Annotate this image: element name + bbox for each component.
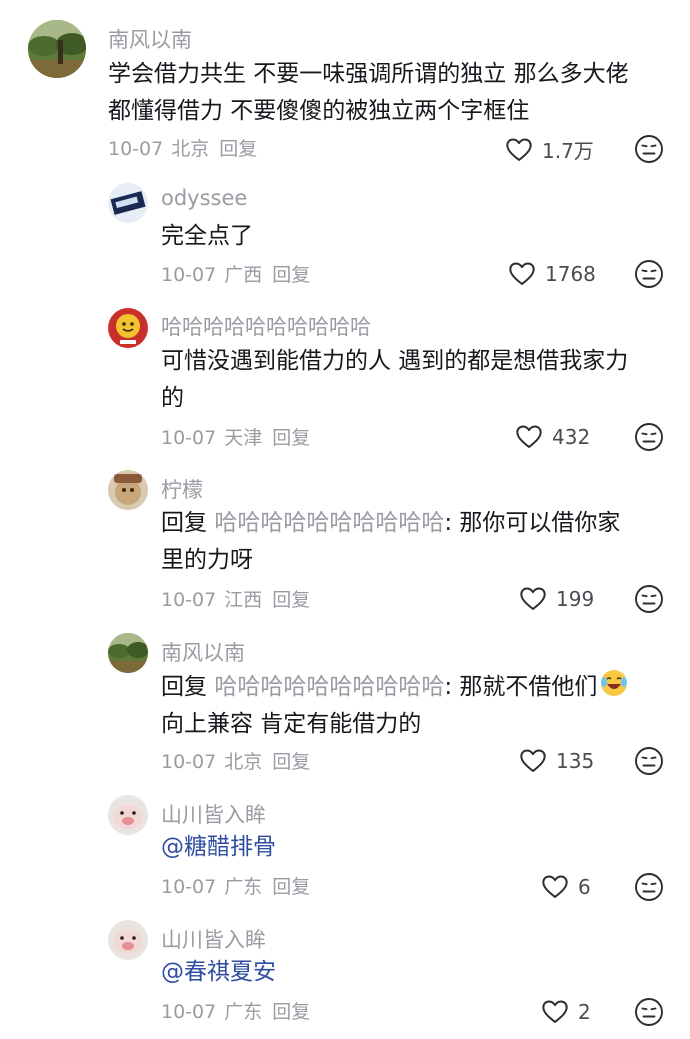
like-count: 199 [556,587,595,611]
comment-meta: 10-07 广东 回复 [161,872,310,899]
comment-meta: 10-07 广东 回复 [161,997,310,1024]
neutral-face-icon [634,997,664,1027]
comment-author[interactable]: 南风以南 [161,637,245,667]
comment-date: 10-07 [108,138,164,160]
like-count: 6 [578,875,591,899]
comment-author[interactable]: 山川皆入眸 [161,799,266,829]
comment-location: 天津 [224,427,263,449]
comment-date: 10-07 [161,876,217,898]
reply-target[interactable]: 哈哈哈哈哈哈哈哈哈哈 [214,510,444,536]
comment-text: @春祺夏安 [161,954,276,991]
comment-date: 10-07 [161,1001,217,1023]
dislike-button[interactable] [634,872,664,906]
comment-date: 10-07 [161,427,217,449]
avatar[interactable] [108,308,148,348]
reply-button[interactable]: 回复 [219,138,257,160]
reply-button[interactable]: 回复 [272,589,310,611]
heart-icon [514,423,544,451]
avatar[interactable] [28,20,86,78]
crying-laughing-emoji-icon [601,670,628,696]
comment-author[interactable]: 山川皆入眸 [161,924,266,954]
dislike-button[interactable] [634,584,664,618]
heart-icon [540,998,570,1026]
comment-location: 江西 [224,589,263,611]
like-count: 2 [578,1000,591,1024]
comment-text: 回复 哈哈哈哈哈哈哈哈哈哈: 那你可以借你家 里的力呀 [161,510,621,573]
comment-text: 学会借力共生 不要一味强调所谓的独立 那么多大佬 都懂得借力 不要傻傻的被独立两… [108,61,629,124]
comment-location: 北京 [224,751,263,773]
comment-author[interactable]: 哈哈哈哈哈哈哈哈哈哈 [161,311,371,341]
dislike-button[interactable] [634,422,664,456]
comment-location: 广东 [224,1001,263,1023]
avatar[interactable] [108,633,148,673]
comment-location: 北京 [171,138,210,160]
comment-meta: 10-07 北京 回复 [108,134,257,161]
heart-icon [518,585,548,613]
comment-date: 10-07 [161,589,217,611]
heart-icon [504,136,534,164]
heart-icon [507,260,537,288]
comment-meta: 10-07 北京 回复 [161,747,310,774]
comment-meta: 10-07 天津 回复 [161,423,310,450]
comment-text: 可惜没遇到能借力的人 遇到的都是想借我家力 的 [161,348,629,411]
like-button[interactable]: 1768 [507,260,596,288]
like-button[interactable]: 135 [518,747,594,775]
avatar[interactable] [108,795,148,835]
mention-link[interactable]: @春祺夏安 [161,954,276,991]
comment-location: 广西 [224,264,263,286]
comment-date: 10-07 [161,264,217,286]
heart-icon [518,747,548,775]
dislike-button[interactable] [634,746,664,780]
heart-icon [540,873,570,901]
like-button[interactable]: 1.7万 [504,135,594,164]
comment-meta: 10-07 江西 回复 [161,585,310,612]
comment-text: 回复 哈哈哈哈哈哈哈哈哈哈: 那就不借他们 向上兼容 肯定有能借力的 [161,668,629,743]
neutral-face-icon [634,584,664,614]
reply-button[interactable]: 回复 [272,1001,310,1023]
comment-author[interactable]: odyssee [161,186,247,210]
comment-author[interactable]: 南风以南 [108,24,192,54]
avatar[interactable] [108,183,148,223]
dislike-button[interactable] [634,997,664,1031]
reply-button[interactable]: 回复 [272,264,310,286]
neutral-face-icon [634,422,664,452]
neutral-face-icon [634,746,664,776]
reply-target[interactable]: 哈哈哈哈哈哈哈哈哈哈 [214,674,444,700]
like-count: 1768 [545,262,596,286]
like-button[interactable]: 432 [514,423,590,451]
like-count: 432 [552,425,591,449]
comment-date: 10-07 [161,751,217,773]
reply-button[interactable]: 回复 [272,427,310,449]
neutral-face-icon [634,872,664,902]
avatar[interactable] [108,920,148,960]
neutral-face-icon [634,259,664,289]
like-count: 1.7万 [542,139,594,163]
comment-meta: 10-07 广西 回复 [161,260,310,287]
dislike-button[interactable] [634,134,664,168]
like-button[interactable]: 6 [540,873,591,901]
dislike-button[interactable] [634,259,664,293]
comment-author[interactable]: 柠檬 [161,474,203,504]
like-button[interactable]: 199 [518,585,594,613]
like-count: 135 [556,749,595,773]
reply-button[interactable]: 回复 [272,751,310,773]
reply-button[interactable]: 回复 [272,876,310,898]
neutral-face-icon [634,134,664,164]
comment-text: @糖醋排骨 [161,829,276,866]
comment-text: 完全点了 [161,223,253,249]
mention-link[interactable]: @糖醋排骨 [161,829,276,866]
avatar[interactable] [108,470,148,510]
like-button[interactable]: 2 [540,998,591,1026]
comment-location: 广东 [224,876,263,898]
